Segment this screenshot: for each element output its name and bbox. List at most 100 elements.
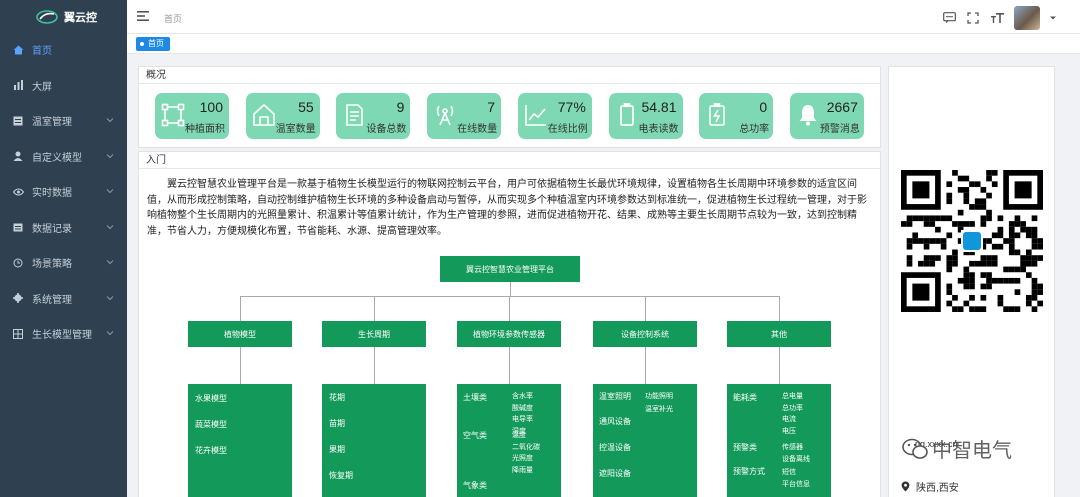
history-icon bbox=[12, 257, 24, 269]
chevron-down-icon[interactable] bbox=[1050, 15, 1056, 21]
sidebar-item-label: 大屏 bbox=[32, 81, 52, 93]
top-bar: 首页 bbox=[127, 0, 1080, 34]
app-logo[interactable]: 翼云控 bbox=[0, 0, 127, 34]
stat-label: 电表读数 bbox=[638, 124, 679, 135]
org-leaf-item: 平台信息 bbox=[782, 480, 810, 488]
grid-icon bbox=[12, 328, 24, 340]
sidebar-item-label: 温室管理 bbox=[32, 117, 72, 129]
chevron-down-icon bbox=[106, 118, 114, 123]
app-name: 翼云控 bbox=[64, 12, 97, 24]
org-leaf-item: 预警方式 bbox=[733, 467, 765, 476]
org-leaf-item: 空气类 bbox=[463, 431, 487, 440]
logo-icon bbox=[36, 10, 58, 24]
connector-line bbox=[645, 296, 646, 321]
sidebar-item-0[interactable]: 首页 bbox=[0, 32, 127, 68]
org-leaf-item: 设备离线 bbox=[782, 455, 810, 463]
sidebar-item-label: 场景策略 bbox=[32, 259, 72, 271]
org-leaf-box: 花期 苗期 果期 恢复期 bbox=[322, 384, 426, 497]
watermark: 中智电气 bbox=[902, 434, 1012, 463]
connector-line bbox=[779, 296, 780, 321]
power-icon bbox=[705, 103, 729, 127]
connector-line bbox=[374, 347, 375, 384]
stat-label: 总功率 bbox=[739, 124, 770, 135]
tab-home[interactable]: 首页 bbox=[136, 37, 170, 51]
org-leaf-item: 电压 bbox=[782, 427, 796, 435]
connector-line bbox=[374, 296, 375, 321]
document-icon bbox=[342, 103, 366, 127]
overview-panel: 概况 100 种植面积 55 温室数量 9 设备总数 7 在线数量 77% 在线比例 54.81 电表… bbox=[138, 66, 881, 148]
battery-icon bbox=[615, 103, 639, 127]
chevron-down-icon bbox=[106, 260, 114, 265]
sidebar-item-2[interactable]: 温室管理 bbox=[0, 103, 127, 139]
sidebar-item-1[interactable]: 大屏 bbox=[0, 68, 127, 104]
user-icon bbox=[12, 150, 24, 162]
sidebar-item-8[interactable]: 生长模型管理 bbox=[0, 316, 127, 352]
stat-card: 77% 在线比例 bbox=[517, 93, 592, 139]
sidebar: 翼云控 首页大屏温室管理自定义模型 实时数据数据记录场景策略系统管理生长模型管理 bbox=[0, 0, 127, 497]
org-branch-node: 植物模型 bbox=[188, 321, 292, 347]
org-leaf-item: 光照度 bbox=[512, 455, 533, 462]
org-leaf-item: 温度 bbox=[512, 432, 526, 439]
stat-value: 7 bbox=[487, 99, 496, 115]
stat-value: 77% bbox=[557, 99, 586, 115]
wechat-icon bbox=[902, 438, 928, 459]
gear-icon bbox=[12, 292, 24, 304]
stat-card: 55 温室数量 bbox=[245, 93, 320, 139]
org-leaf-item: 二氧化碳 bbox=[512, 443, 540, 451]
chevron-down-icon bbox=[106, 295, 114, 300]
intro-text: 翼云控智慧农业管理平台是一款基于植物生长模型运行的物联网控制云平台，用户可依据植… bbox=[147, 179, 867, 237]
fullscreen-icon[interactable] bbox=[966, 11, 980, 25]
org-branch-node: 设备控制系统 bbox=[593, 321, 697, 347]
org-leaf-item: 温室照明 bbox=[599, 392, 631, 401]
org-leaf-box: 温室照明 功能照明 温室补光 通风设备 控温设备 遮阳设备 bbox=[593, 384, 697, 497]
breadcrumb[interactable]: 首页 bbox=[164, 12, 182, 25]
watermark-text: 中智电气 bbox=[932, 438, 1012, 462]
intro-title: 入门 bbox=[139, 152, 880, 169]
chevron-down-icon bbox=[106, 331, 114, 336]
org-leaf-item: 气象类 bbox=[463, 481, 487, 490]
stat-label: 种植面积 bbox=[185, 124, 225, 135]
sidebar-item-4[interactable]: 实时数据 bbox=[0, 174, 127, 210]
font-size-icon[interactable] bbox=[990, 11, 1004, 25]
org-leaf-item: 遮阳设备 bbox=[599, 469, 631, 478]
stat-value: 0 bbox=[759, 99, 768, 115]
org-leaf-item: 果期 bbox=[329, 445, 345, 454]
stat-label: 设备总数 bbox=[366, 124, 407, 135]
org-leaf-item: 恢复期 bbox=[329, 471, 353, 480]
org-root-node: 翼云控智慧农业管理平台 bbox=[440, 256, 580, 282]
org-leaf-item: 功能照明 bbox=[645, 393, 673, 400]
sidebar-item-7[interactable]: 系统管理 bbox=[0, 281, 127, 317]
sidebar-item-label: 首页 bbox=[32, 46, 52, 58]
org-leaf-item: 控温设备 bbox=[599, 443, 631, 452]
org-leaf-item: 电导率 bbox=[512, 416, 533, 423]
message-icon[interactable] bbox=[942, 11, 956, 25]
user-avatar[interactable] bbox=[1014, 6, 1040, 30]
org-leaf-box: 能耗类 总电量 总功率 电流 电压 预警类 传感器 设备离线 预警方式 短信 平台信息 bbox=[727, 384, 831, 497]
stat-card: 0 总功率 bbox=[699, 93, 774, 139]
org-leaf-item: 土壤类 bbox=[463, 393, 487, 402]
greenhouse-icon bbox=[252, 103, 276, 127]
stat-card: 7 在线数量 bbox=[427, 93, 502, 139]
sidebar-item-label: 数据记录 bbox=[32, 223, 72, 235]
bell-icon bbox=[796, 103, 820, 127]
sidebar-item-5[interactable]: 数据记录 bbox=[0, 210, 127, 246]
stat-card: 100 种植面积 bbox=[155, 93, 229, 139]
org-leaf-item: 酸碱度 bbox=[512, 404, 533, 412]
map-pin-icon bbox=[901, 481, 910, 492]
eye-icon bbox=[12, 186, 24, 198]
connector-line bbox=[240, 347, 241, 384]
chevron-down-icon bbox=[106, 189, 114, 194]
calendar-icon bbox=[12, 221, 24, 233]
qr-panel: ng.xxxx.cn 陕西,西安 bbox=[888, 66, 1055, 497]
connector-line bbox=[509, 347, 510, 384]
connector-line bbox=[645, 347, 646, 384]
sidebar-item-3[interactable]: 自定义模型 bbox=[0, 139, 127, 175]
home-icon bbox=[12, 44, 24, 56]
stat-value: 55 bbox=[298, 99, 314, 115]
org-leaf-item: 预警类 bbox=[733, 443, 757, 452]
chevron-down-icon bbox=[106, 153, 114, 158]
org-leaf-item: 花卉模型 bbox=[195, 446, 227, 455]
sidebar-item-label: 生长模型管理 bbox=[32, 330, 92, 342]
sidebar-item-6[interactable]: 场景策略 bbox=[0, 245, 127, 281]
menu-toggle-icon[interactable] bbox=[137, 11, 149, 21]
